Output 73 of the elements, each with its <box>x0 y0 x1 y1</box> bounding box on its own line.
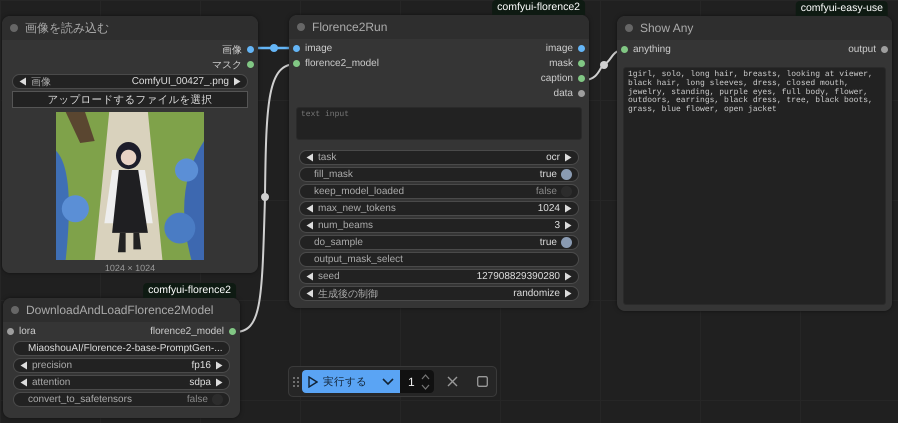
combo-widget[interactable]: task ocr <box>299 150 579 165</box>
input-label: lora <box>19 326 36 337</box>
right-arrow-icon[interactable] <box>233 77 241 86</box>
status-dot-icon <box>297 23 305 31</box>
number-widget[interactable]: seed 127908829390280 <box>299 269 579 284</box>
output-text-field[interactable]: 1girl, solo, long hair, breasts, looking at viewer, black hair, long sleeves, dress, closed mouth, jewelry, standing, purple eyes, full body, flower, outdoors, earrings, black dress, tree, black boots, grass, blue flower, open jacket <box>623 67 886 305</box>
node-title: Florence2Run <box>312 20 388 34</box>
node-title: 画像を読み込む <box>25 20 109 36</box>
text-input-field[interactable]: text input <box>296 107 582 140</box>
node-title: Show Any <box>640 21 694 35</box>
node-badge: comfyui-florence2 <box>143 283 236 298</box>
combo-widget[interactable]: 画像 ComfyUI_00427_.png <box>12 74 248 89</box>
combo-widget[interactable]: attention sdpa <box>13 375 230 390</box>
output-label: image <box>546 43 573 54</box>
socket-dot[interactable] <box>293 45 300 52</box>
socket-dot[interactable] <box>7 328 14 335</box>
square-button[interactable] <box>476 376 488 387</box>
socket-dot[interactable] <box>621 46 628 53</box>
node-title-bar[interactable]: DownloadAndLoadFlorence2Model <box>3 298 240 322</box>
text-widget[interactable]: output_mask_select <box>299 252 579 267</box>
output-label: data <box>554 88 573 99</box>
run-button[interactable]: 実行する <box>302 370 400 393</box>
status-dot-icon <box>625 24 633 32</box>
right-arrow-icon[interactable] <box>564 153 572 162</box>
node-panel[interactable]: 画像を読み込む 画像 マスク 画像 ComfyUI_00427_.png アップロードするファイルを選択 1024 × 1024 <box>2 16 258 273</box>
node-panel[interactable] <box>289 15 589 308</box>
upload-button[interactable]: アップロードするファイルを選択 <box>12 91 248 108</box>
status-dot-icon <box>11 306 19 314</box>
number-widget[interactable]: max_new_tokens 1024 <box>299 201 579 216</box>
node-badge: comfyui-florence2 <box>492 0 585 15</box>
node-panel[interactable] <box>617 16 892 311</box>
output-label: マスク <box>212 58 242 72</box>
drag-handle-icon[interactable] <box>293 376 299 386</box>
combo-widget[interactable]: precision fp16 <box>13 358 230 373</box>
socket-dot[interactable] <box>229 328 236 335</box>
close-button[interactable] <box>446 376 458 387</box>
toggle-widget[interactable]: do_sample true <box>299 235 579 250</box>
node-title-bar[interactable]: Show Any <box>617 16 892 40</box>
number-widget[interactable]: num_beams 3 <box>299 218 579 233</box>
image-size-caption: 1024 × 1024 <box>104 263 156 273</box>
output-label: 画像 <box>222 44 242 56</box>
node-title-bar[interactable]: Florence2Run <box>289 15 589 39</box>
combo-widget[interactable]: MiaoshouAI/Florence-2-base-PromptGen-... <box>13 341 230 356</box>
socket-dot[interactable] <box>578 45 585 52</box>
chevron-down-icon[interactable] <box>382 378 394 386</box>
toggle-widget[interactable]: fill_mask true <box>299 167 579 182</box>
input-label: image <box>305 43 332 54</box>
status-dot-icon <box>10 24 18 32</box>
output-label: mask <box>549 58 573 69</box>
combo-widget[interactable]: 生成後の制御 randomize <box>299 286 579 301</box>
stepper-icon[interactable] <box>420 372 430 390</box>
left-arrow-icon[interactable] <box>306 153 314 162</box>
play-icon <box>308 376 318 388</box>
node-badge: comfyui-easy-use <box>796 1 888 16</box>
node-panel[interactable]: DownloadAndLoadFlorence2Model lora florence2_model MiaoshouAI/Florence-2-base-PromptGen-... precision fp16 attention sdpa convert_to_safetensors false <box>3 298 240 418</box>
socket-dot[interactable] <box>293 60 300 67</box>
socket-dot[interactable] <box>578 75 585 82</box>
toggle-widget[interactable]: convert_to_safetensors false <box>13 392 230 407</box>
socket-dot[interactable] <box>247 46 254 53</box>
node-title-bar[interactable]: 画像を読み込む <box>2 16 258 40</box>
left-arrow-icon[interactable] <box>19 77 27 86</box>
input-label: florence2_model <box>305 58 379 69</box>
socket-dot[interactable] <box>247 61 254 68</box>
socket-dot[interactable] <box>578 90 585 97</box>
input-label: anything <box>633 44 671 55</box>
node-title: DownloadAndLoadFlorence2Model <box>26 303 214 317</box>
batch-count-field[interactable]: 1 <box>400 370 434 393</box>
output-label: caption <box>540 73 573 84</box>
output-label: output <box>848 44 876 55</box>
socket-dot[interactable] <box>578 60 585 67</box>
output-label: florence2_model <box>150 326 224 337</box>
socket-dot[interactable] <box>881 46 888 53</box>
toggle-widget[interactable]: keep_model_loaded false <box>299 184 579 199</box>
